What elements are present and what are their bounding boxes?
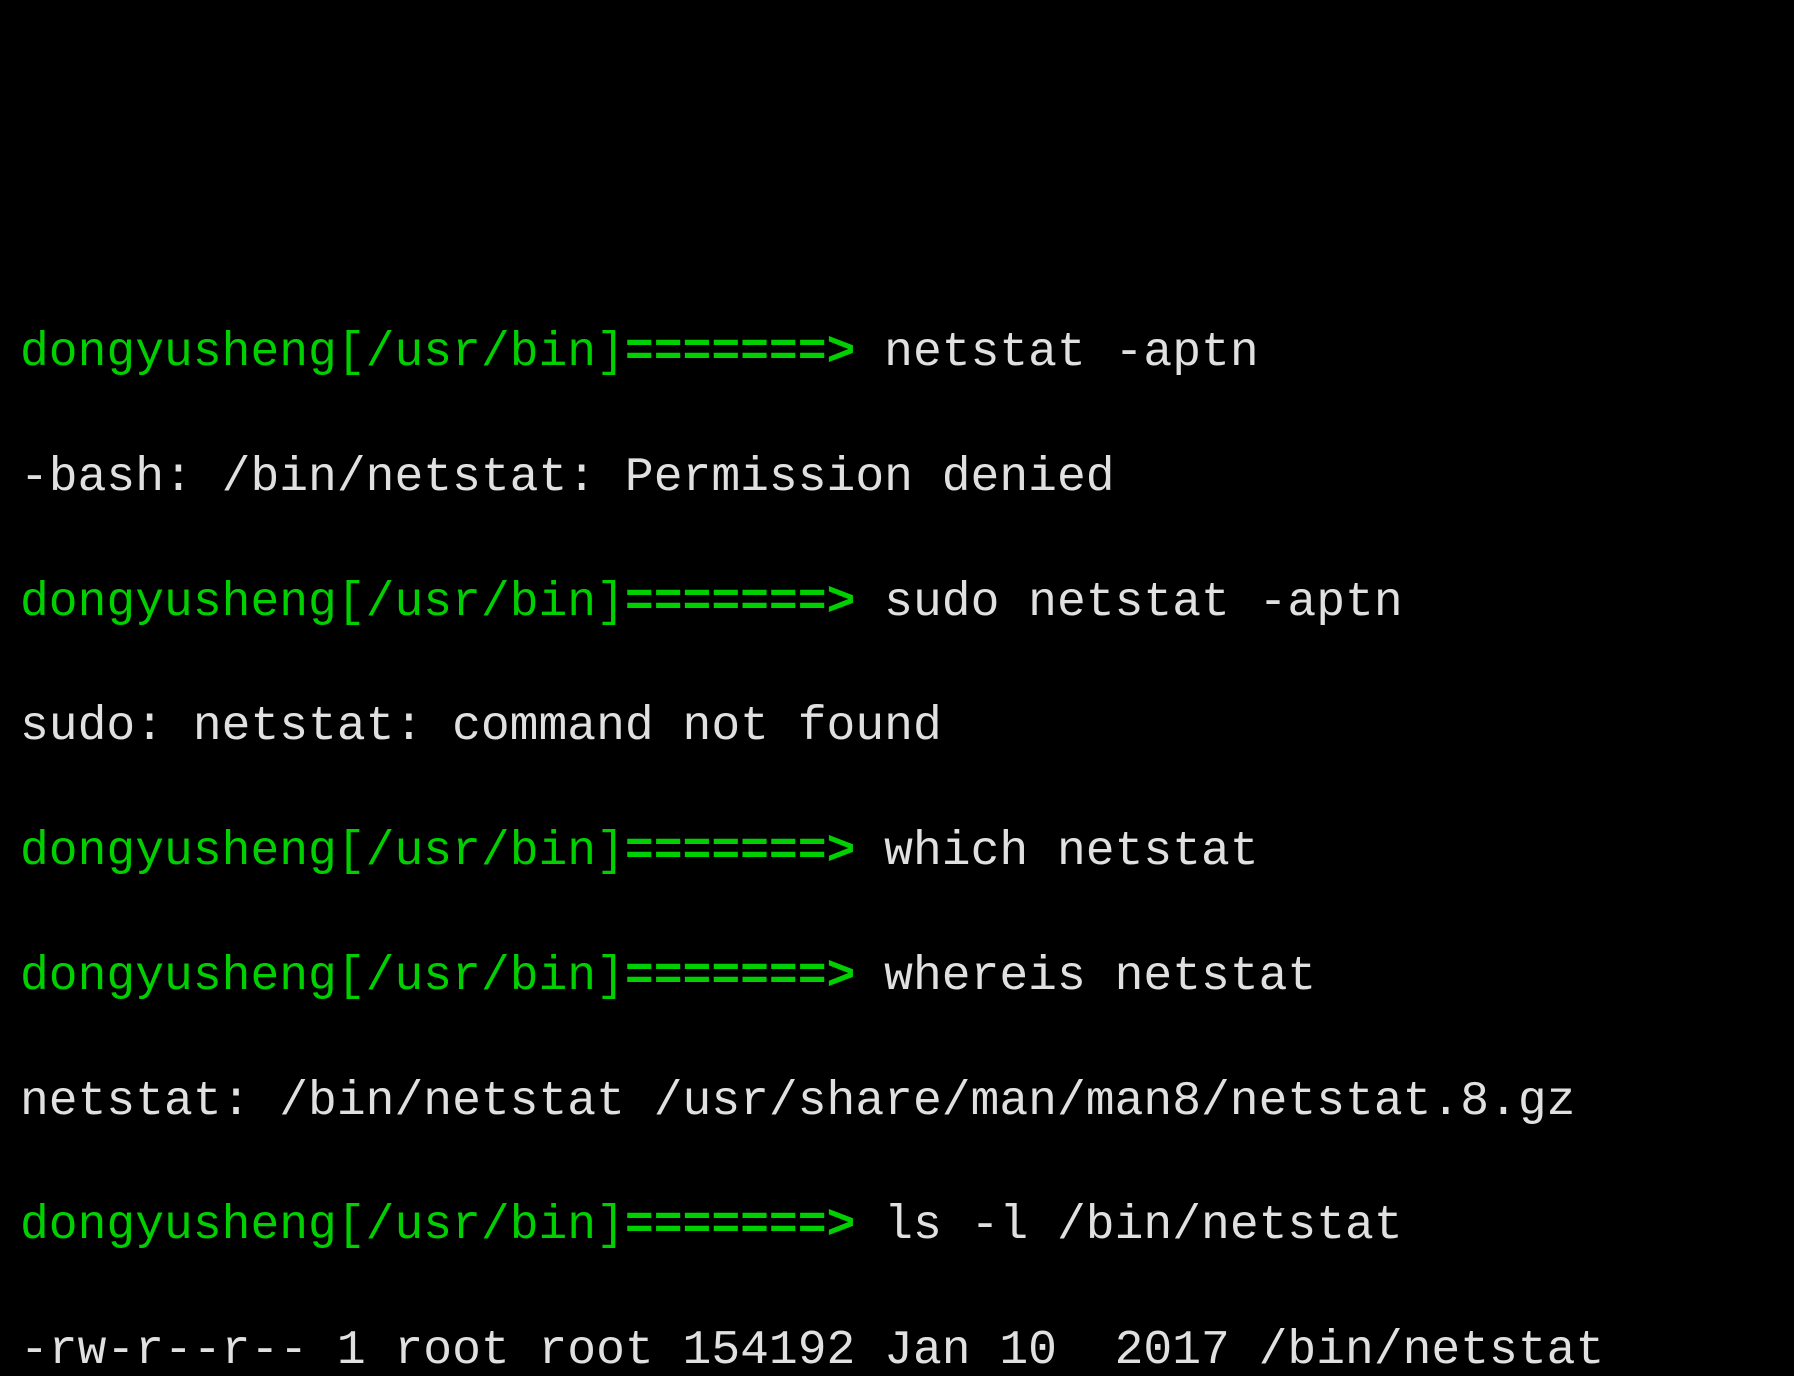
terminal-line: dongyusheng[/usr/bin]=======> ls -l /bin…	[20, 1195, 1774, 1257]
output-text: netstat: /bin/netstat /usr/share/man/man…	[20, 1075, 1575, 1129]
output-text: -bash: /bin/netstat: Permission denied	[20, 451, 1115, 505]
terminal-line: -bash: /bin/netstat: Permission denied	[20, 447, 1774, 509]
terminal-line: dongyusheng[/usr/bin]=======> which nets…	[20, 821, 1774, 883]
terminal-line: dongyusheng[/usr/bin]=======> sudo netst…	[20, 572, 1774, 634]
output-text: -rw-r--r-- 1 root root 154192 Jan 10 201…	[20, 1324, 1604, 1376]
command-text: sudo netstat -aptn	[884, 576, 1402, 630]
terminal-line: sudo: netstat: command not found	[20, 696, 1774, 758]
prompt-arrow: =======>	[625, 1199, 855, 1253]
command-text: netstat -aptn	[884, 326, 1258, 380]
prompt-path: [/usr/bin]	[337, 950, 625, 1004]
output-text: sudo: netstat: command not found	[20, 700, 942, 754]
prompt-path: [/usr/bin]	[337, 1199, 625, 1253]
prompt-arrow: =======>	[625, 950, 855, 1004]
prompt-arrow: =======>	[625, 576, 855, 630]
command-text: whereis netstat	[884, 950, 1316, 1004]
prompt-user: dongyusheng	[20, 825, 337, 879]
terminal-line: netstat: /bin/netstat /usr/share/man/man…	[20, 1071, 1774, 1133]
prompt-arrow: =======>	[625, 825, 855, 879]
prompt-path: [/usr/bin]	[337, 326, 625, 380]
command-text	[855, 825, 884, 879]
prompt-path: [/usr/bin]	[337, 576, 625, 630]
terminal-output: dongyusheng[/usr/bin]=======> netstat -a…	[20, 260, 1774, 1376]
prompt-user: dongyusheng	[20, 950, 337, 1004]
command-text	[855, 950, 884, 1004]
command-text: ls -l /bin/netstat	[884, 1199, 1402, 1253]
command-text: which netstat	[884, 825, 1258, 879]
prompt-user: dongyusheng	[20, 326, 337, 380]
terminal-line: -rw-r--r-- 1 root root 154192 Jan 10 201…	[20, 1320, 1774, 1376]
prompt-user: dongyusheng	[20, 576, 337, 630]
prompt-arrow: =======>	[625, 326, 855, 380]
command-text	[855, 326, 884, 380]
prompt-path: [/usr/bin]	[337, 825, 625, 879]
terminal-line: dongyusheng[/usr/bin]=======> netstat -a…	[20, 322, 1774, 384]
command-text	[855, 1199, 884, 1253]
terminal-line: dongyusheng[/usr/bin]=======> whereis ne…	[20, 946, 1774, 1008]
prompt-user: dongyusheng	[20, 1199, 337, 1253]
command-text	[855, 576, 884, 630]
